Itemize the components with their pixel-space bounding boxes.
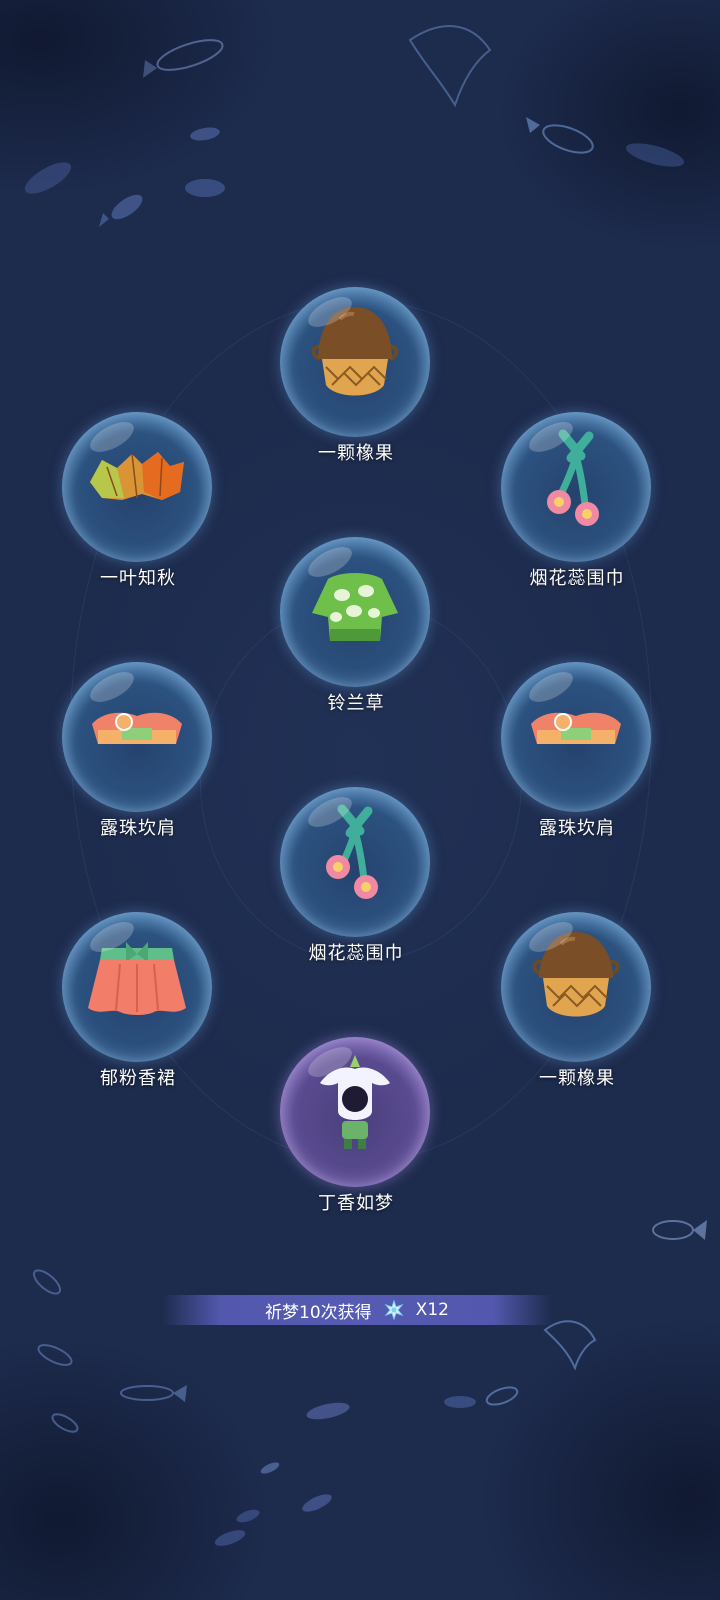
acorn-icon <box>311 307 399 396</box>
fish-decor-icon <box>306 1402 350 1420</box>
reward-item-acorn-right[interactable]: 一颗橡果 <box>497 912 657 1112</box>
reward-item-autumn-leaf[interactable]: 一叶知秋 <box>58 412 218 612</box>
reward-item-dewdrop-vest-right[interactable]: 露珠坎肩 <box>497 662 657 862</box>
bubble-special <box>280 1037 430 1187</box>
lilac-dream-outfit-icon <box>320 1055 390 1149</box>
item-name: 露珠坎肩 <box>100 818 176 839</box>
reward-item-dewdrop-vest-left[interactable]: 露珠坎肩 <box>58 662 218 862</box>
item-name: 一颗橡果 <box>539 1068 615 1089</box>
bubble <box>62 662 212 812</box>
reward-banner: 祈梦10次获得 X12 <box>162 1295 552 1325</box>
bubble <box>501 662 651 812</box>
fish-decor-icon <box>444 1386 519 1408</box>
fish-decor-icon <box>625 143 685 167</box>
dewdrop-vest-icon <box>92 712 182 744</box>
autumn-leaf-top-icon <box>90 452 184 500</box>
flower-scarf-icon <box>547 429 599 526</box>
fish-decor-icon <box>99 194 143 227</box>
bubble <box>501 412 651 562</box>
fish-decor-icon <box>24 162 72 194</box>
fish-decor-icon <box>408 25 492 108</box>
fish-decor-icon <box>32 1269 62 1295</box>
bubble <box>501 912 651 1062</box>
reward-item-lily-of-valley[interactable]: 铃兰草 <box>276 537 436 737</box>
reward-item-flower-scarf[interactable]: 烟花蕊围巾 <box>497 412 657 612</box>
item-name: 露珠坎肩 <box>539 818 615 839</box>
bubble <box>280 787 430 937</box>
item-name: 铃兰草 <box>327 693 385 714</box>
fish-decor-icon <box>51 1413 79 1433</box>
dewdrop-vest-icon <box>531 712 621 744</box>
reward-item-flower-scarf-center[interactable]: 烟花蕊围巾 <box>276 787 436 987</box>
item-name: 烟花蕊围巾 <box>308 943 404 964</box>
fish-decor-icon <box>214 1509 260 1546</box>
fish-decor-icon <box>260 1462 280 1474</box>
bubble <box>62 412 212 562</box>
fish-decor-icon <box>185 179 225 197</box>
fish-decor-icon <box>526 117 594 154</box>
lily-of-valley-top-icon <box>312 573 398 641</box>
pink-skirt-icon <box>88 942 186 1015</box>
item-name: 烟花蕊围巾 <box>529 568 625 589</box>
reward-item-lilac-dream[interactable]: 丁香如梦 <box>276 1037 436 1237</box>
reward-banner-text: 祈梦10次获得 <box>265 1302 372 1323</box>
reward-item-acorn[interactable]: 一颗橡果 <box>276 287 436 487</box>
acorn-icon <box>532 932 620 1017</box>
fish-decor-icon <box>302 1494 332 1512</box>
fish-decor-icon <box>120 1385 187 1402</box>
fish-decor-icon <box>143 39 224 78</box>
item-name: 郁粉香裙 <box>100 1068 176 1089</box>
fish-decor-icon <box>37 1344 73 1366</box>
bubble <box>62 912 212 1062</box>
flower-scarf-icon <box>326 804 378 899</box>
item-name: 丁香如梦 <box>318 1193 394 1214</box>
fish-decor-icon <box>190 127 220 141</box>
reward-banner-count: X12 <box>415 1300 449 1320</box>
bubble <box>280 287 430 437</box>
bubble <box>280 537 430 687</box>
item-name: 一叶知秋 <box>100 568 176 589</box>
reward-item-pink-skirt[interactable]: 郁粉香裙 <box>58 912 218 1112</box>
fish-decor-icon <box>652 1220 707 1240</box>
item-name: 一颗橡果 <box>318 443 394 464</box>
star-crystal-icon <box>384 1300 404 1320</box>
